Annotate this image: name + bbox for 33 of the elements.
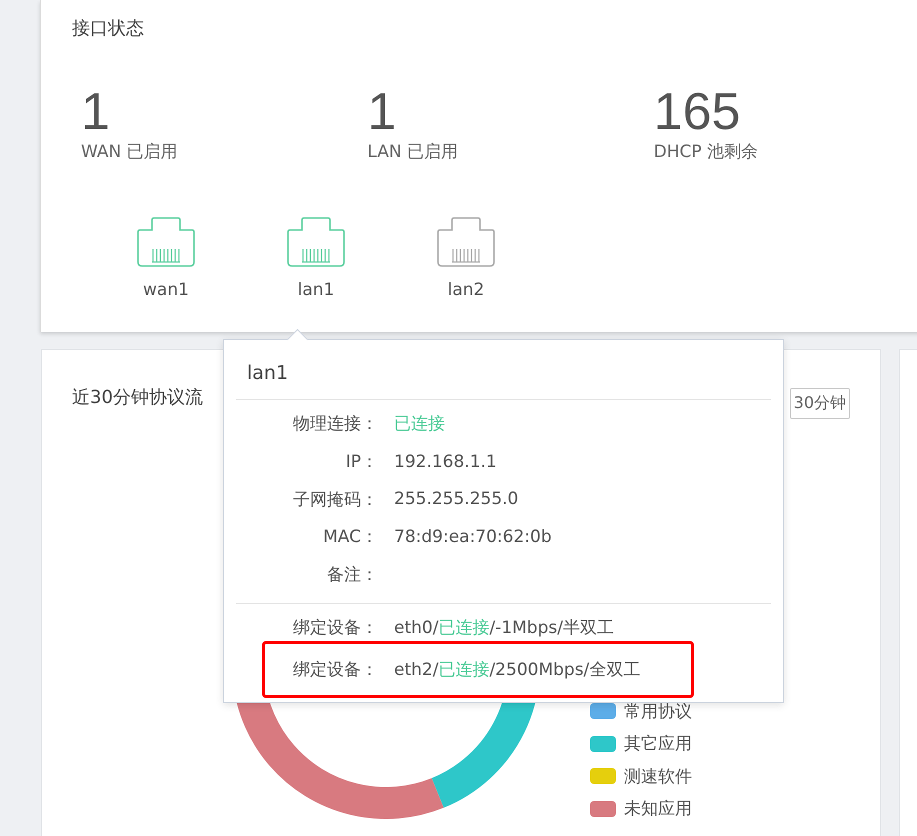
card-title: 近30分钟协议流 bbox=[72, 387, 203, 409]
stat-label: WAN 已启用 bbox=[81, 141, 178, 163]
stat-label: LAN 已启用 bbox=[367, 141, 458, 163]
field-value: 78:d9:ea:70:62:0b bbox=[394, 526, 552, 547]
legend-label: 其它应用 bbox=[624, 733, 692, 756]
legend-label: 测速软件 bbox=[624, 766, 692, 788]
stat-value: 1 bbox=[81, 85, 110, 139]
stat-label: DHCP 池剩余 bbox=[654, 141, 758, 163]
field-label: IP： bbox=[344, 451, 378, 474]
field-label: 绑定设备： bbox=[292, 659, 378, 682]
port-label: wan1 bbox=[143, 279, 189, 301]
field-label: 绑定设备： bbox=[292, 617, 378, 640]
field-value: 已连接 bbox=[394, 413, 445, 436]
field-value: eth2/已连接/2500Mbps/全双工 bbox=[394, 659, 640, 682]
legend-label: 常用协议 bbox=[624, 700, 692, 723]
field-label: 物理连接： bbox=[292, 413, 378, 436]
field-label: 子网掩码： bbox=[292, 488, 378, 511]
field-value: eth0/已连接/-1Mbps/半双工 bbox=[394, 617, 614, 640]
field-label: 备注： bbox=[326, 564, 378, 586]
field-value: 255.255.255.0 bbox=[394, 489, 518, 510]
tooltip-title: lan1 bbox=[246, 361, 290, 386]
port-label: lan1 bbox=[298, 279, 334, 301]
card-title: 接口状态 bbox=[72, 17, 145, 41]
ethernet-port-icon[interactable] bbox=[285, 215, 347, 269]
stat-value: 1 bbox=[367, 85, 396, 139]
ethernet-port-icon[interactable] bbox=[135, 215, 197, 269]
port-label: lan2 bbox=[448, 279, 484, 301]
time-range-button[interactable]: 30分钟 bbox=[790, 388, 850, 419]
field-value: 192.168.1.1 bbox=[394, 452, 497, 472]
stat-value: 165 bbox=[654, 85, 740, 139]
legend-label: 未知应用 bbox=[624, 798, 692, 820]
ethernet-port-icon[interactable] bbox=[435, 215, 497, 269]
field-label: MAC： bbox=[322, 526, 378, 548]
